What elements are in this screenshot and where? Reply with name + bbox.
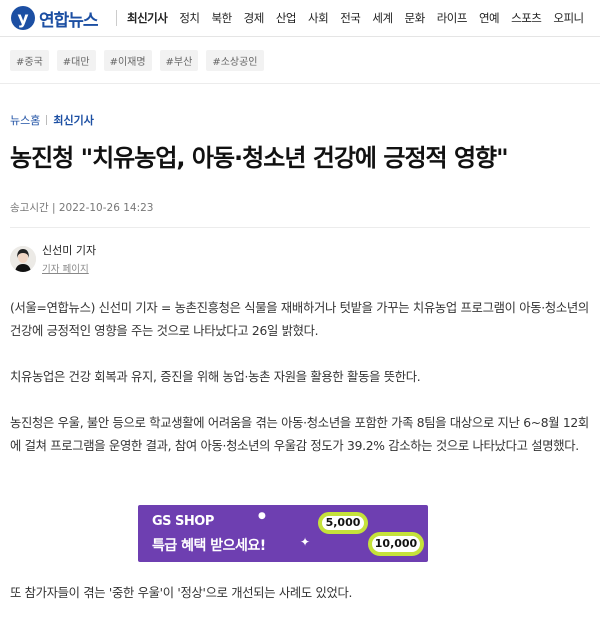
nav-item-culture[interactable]: 문화 — [405, 10, 426, 26]
article-paragraph: 치유농업은 건강 회복과 유지, 증진을 위해 농업·농촌 자원을 활용한 활동… — [10, 370, 421, 384]
nav-item-north-korea[interactable]: 북한 — [212, 10, 233, 26]
breadcrumb-separator — [46, 115, 48, 125]
nav-item-entertainment[interactable]: 연예 — [479, 10, 500, 26]
tag-china[interactable]: #중국 — [10, 49, 49, 71]
author-avatar[interactable] — [10, 245, 36, 272]
author-name: 신선미 기자 — [42, 244, 97, 257]
publish-time: 송고시간 | 2022-10-26 14:23 — [10, 202, 154, 214]
tag-busan[interactable]: #부산 — [159, 49, 199, 71]
article-paragraph: 농진청은 우울, 불안 등으로 학교생활에 어려움을 겪는 아동·청소년을 포함… — [10, 416, 589, 453]
nav-item-economy[interactable]: 경제 — [244, 10, 265, 26]
tag-lee-jae-myung[interactable]: #이재명 — [103, 49, 152, 71]
nav-divider — [116, 10, 117, 26]
ad-slogan: 특급 혜택 받으세요! — [152, 538, 266, 554]
breadcrumb-home[interactable]: 뉴스홈 — [10, 112, 40, 128]
nav-item-opinion[interactable]: 오피니 — [553, 10, 584, 26]
nav-item-nationwide[interactable]: 전국 — [340, 10, 361, 26]
nav-item-sports[interactable]: 스포츠 — [511, 10, 542, 26]
nav-item-society[interactable]: 사회 — [308, 10, 329, 26]
article-paragraph: (서울=연합뉴스) 신선미 기자 = 농촌진흥청은 식물을 재배하거나 텃밭을 … — [10, 301, 589, 338]
article-paragraph: 또 참가자들이 겪는 '중한 우울'이 '정상'으로 개선되는 사례도 있었다. — [10, 586, 353, 600]
gs-shop-ad-banner[interactable]: GS SHOP 특급 혜택 받으세요! ● ✦ 5,000 10,000 — [138, 505, 428, 562]
site-header: y 연합뉴스 최신기사 정치 북한 경제 산업 사회 전국 세계 문화 라이프 … — [0, 0, 600, 37]
main-nav: 최신기사 정치 북한 경제 산업 사회 전국 세계 문화 라이프 연예 스포츠 … — [127, 10, 596, 26]
nav-item-life[interactable]: 라이프 — [437, 10, 468, 26]
svg-text:y: y — [17, 9, 28, 29]
nav-item-latest[interactable]: 최신기사 — [127, 10, 168, 26]
author-page-link[interactable]: 기자 페이지 — [42, 261, 96, 275]
nav-item-industry[interactable]: 산업 — [276, 10, 297, 26]
site-logo[interactable]: y 연합뉴스 — [10, 5, 116, 31]
sparkle-icon: ✦ — [300, 535, 311, 549]
hashtag-bar: #중국 #대만 #이재명 #부산 #소상공인 — [0, 47, 272, 73]
breadcrumb: 뉴스홈 최신기사 — [10, 112, 94, 128]
sparkle-icon: ● — [258, 511, 266, 521]
logo-text: 연합뉴스 — [39, 10, 99, 31]
yonhap-logo-icon: y — [11, 6, 35, 30]
person-icon — [10, 245, 36, 272]
nav-item-politics[interactable]: 정치 — [179, 10, 200, 26]
divider — [0, 83, 600, 84]
author-box: 신선미 기자 기자 페이지 — [10, 242, 96, 275]
breadcrumb-current[interactable]: 최신기사 — [53, 112, 93, 128]
coin-badge: 5,000 — [318, 512, 368, 534]
ad-brand: GS SHOP — [152, 514, 214, 529]
nav-item-world[interactable]: 세계 — [372, 10, 393, 26]
tag-taiwan[interactable]: #대만 — [56, 49, 96, 71]
divider — [10, 227, 590, 228]
coin-badge: 10,000 — [368, 532, 424, 556]
tag-small-business[interactable]: #소상공인 — [206, 49, 264, 71]
article-title: 농진청 "치유농업, 아동·청소년 건강에 긍정적 영향" — [10, 144, 509, 172]
